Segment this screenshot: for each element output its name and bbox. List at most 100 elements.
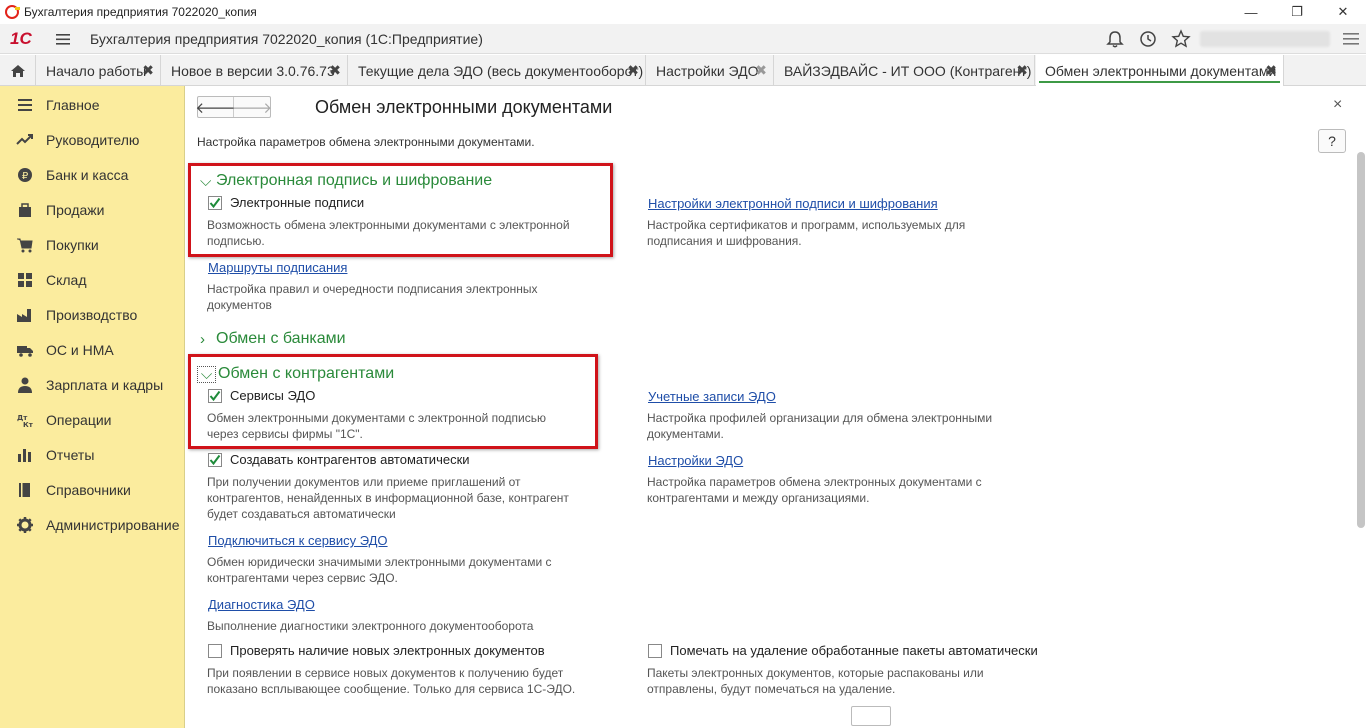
checkbox-label: Сервисы ЭДО [230,388,316,403]
sidebar-item-main[interactable]: Главное [0,87,185,122]
help-button[interactable]: ? [1318,129,1346,153]
section-counterparties-header[interactable]: ⌵ Обмен с контрагентами [197,365,394,383]
chevron-down-icon: ⌵ [200,172,212,190]
signing-routes-link[interactable]: Маршруты подписания [208,260,347,275]
close-window-button[interactable]: ✕ [1320,0,1366,24]
tab-counterparty[interactable]: ВАЙЗЭДВАЙС - ИТ ООО (Контрагент) ✖ [775,55,1035,86]
forward-button[interactable]: 🡒 [232,97,272,117]
nav-buttons: 🡐 🡒 [195,96,272,118]
tab-whats-new[interactable]: Новое в версии 3.0.76.73 ✖ [162,55,348,86]
desc-line: подписания и шифрования. [647,234,802,248]
connect-edo-link[interactable]: Подключиться к сервису ЭДО [208,533,388,548]
sidebar-item-purchases[interactable]: Покупки [0,227,185,262]
desc-line: документов [207,298,272,312]
settings-menu-icon[interactable] [1340,29,1362,49]
sidebar-item-operations[interactable]: Дт Кт Операции [0,402,185,437]
menu-icon [18,98,32,111]
checkbox-label: Создавать контрагентов автоматически [230,452,470,467]
restore-button[interactable]: ❐ [1274,0,1320,24]
checkbox-label: Помечать на удаление обработанные пакеты… [670,643,1038,658]
section-title: Обмен с контрагентами [218,365,395,382]
desc-line: Пакеты электронных документов, которые р… [647,666,984,680]
close-form-button[interactable]: × [1333,96,1342,114]
sidebar-item-admin[interactable]: Администрирование [0,507,185,542]
auto-create-counterparties-checkbox[interactable]: Создавать контрагентов автоматически [208,452,470,467]
minimize-button[interactable]: — [1228,0,1274,24]
close-tab-icon[interactable]: ✖ [1265,62,1277,79]
sidebar-item-production[interactable]: Производство [0,297,185,332]
close-tab-icon[interactable]: ✖ [755,62,767,79]
home-tab[interactable] [0,55,36,86]
check-new-description: При появлении в сервисе новых документов… [207,665,575,697]
tab-label: Настройки ЭДО [656,62,759,79]
mark-delete-packages-checkbox[interactable]: Помечать на удаление обработанные пакеты… [648,643,1038,658]
app-title: Бухгалтерия предприятия 7022020_копия (1… [90,31,483,47]
svg-text:Кт: Кт [23,421,34,429]
checkbox-box [208,195,222,210]
sidebar-item-manager[interactable]: Руководителю [0,122,185,157]
edo-services-checkbox[interactable]: Сервисы ЭДО [208,388,315,403]
sidebar-item-assets[interactable]: ОС и НМА [0,332,185,367]
window-titlebar: Бухгалтерия предприятия 7022020_копия — … [0,0,1366,24]
factory-icon [17,308,31,322]
vertical-scrollbar[interactable] [1357,152,1365,528]
edo-diagnostics-link[interactable]: Диагностика ЭДО [208,597,315,612]
sidebar-item-bank[interactable]: ₽ Банк и касса [0,157,185,192]
checkmark-icon [209,390,221,401]
back-button[interactable]: 🡐 [195,97,236,117]
desc-line: Обмен юридически значимыми электронными … [207,555,552,569]
desc-line: контрагентами и между организациями. [647,491,870,505]
tab-current-edo[interactable]: Текущие дела ЭДО (весь документооборот) ✖ [349,55,646,86]
edo-services-description: Обмен электронными документами с электро… [207,410,546,442]
edo-accounts-link[interactable]: Учетные записи ЭДО [648,389,776,404]
checkbox-label: Электронные подписи [230,195,365,210]
tab-start[interactable]: Начало работы ✖ [37,55,161,86]
sidebar-item-label: Производство [46,306,138,323]
desc-line: Возможность обмена электронными документ… [207,218,570,232]
section-banks-header[interactable]: › Обмен с банками [200,330,346,348]
bell-icon[interactable] [1104,29,1126,49]
coin-icon: ₽ [18,167,32,182]
sidebar-item-warehouse[interactable]: Склад [0,262,185,297]
desc-line: отправлены, будут помечаться на удаление… [647,682,896,696]
sidebar-item-catalogs[interactable]: Справочники [0,472,185,507]
checkmark-icon [209,197,221,208]
sidebar-item-salary[interactable]: Зарплата и кадры [0,367,185,402]
check-new-documents-checkbox[interactable]: Проверять наличие новых электронных доку… [208,643,545,658]
signature-settings-description: Настройка сертификатов и программ, испол… [647,217,965,249]
section-signature-header[interactable]: ⌵ Электронная подпись и шифрование [200,172,492,190]
history-icon[interactable] [1137,29,1159,49]
dt-kt-icon: Дт Кт [17,414,34,429]
edo-settings-link[interactable]: Настройки ЭДО [648,453,743,468]
tab-edo-exchange[interactable]: Обмен электронными документами ✖ [1036,55,1284,86]
sidebar-item-label: ОС и НМА [46,341,114,358]
page-subtitle: Настройка параметров обмена электронными… [197,135,535,149]
sidebar-item-label: Администрирование [46,516,180,533]
tab-edo-settings[interactable]: Настройки ЭДО ✖ [647,55,774,86]
desc-line: контрагентами через сервис ЭДО. [207,571,398,585]
cart-icon [17,238,33,252]
window-title: Бухгалтерия предприятия 7022020_копия [24,5,257,19]
grid-icon [18,272,32,287]
checkbox-box [648,643,662,658]
close-tab-icon[interactable]: ✖ [142,62,154,79]
sidebar-item-reports[interactable]: Отчеты [0,437,185,472]
star-icon[interactable] [1170,29,1192,49]
sidebar-item-label: Справочники [46,481,131,498]
desc-line: документами. [647,427,724,441]
app-logo-icon [5,5,20,19]
partially-visible-field[interactable] [851,706,891,726]
sidebar-item-sales[interactable]: Продажи [0,192,185,227]
close-tab-icon[interactable]: ✖ [627,62,639,79]
signature-settings-link[interactable]: Настройки электронной подписи и шифрован… [648,196,938,211]
checkbox-box [208,452,222,467]
close-tab-icon[interactable]: ✖ [329,62,341,79]
hamburger-menu-icon[interactable] [55,30,71,48]
signatures-checkbox[interactable]: Электронные подписи [208,195,364,210]
edo-accounts-description: Настройка профилей организации для обмен… [647,410,992,442]
svg-text:₽: ₽ [22,171,29,182]
checkbox-box [208,388,222,403]
close-tab-icon[interactable]: ✖ [1016,62,1028,79]
open-tabs-bar: Начало работы ✖ Новое в версии 3.0.76.73 ✖… [0,55,1366,86]
trend-icon [16,133,33,145]
